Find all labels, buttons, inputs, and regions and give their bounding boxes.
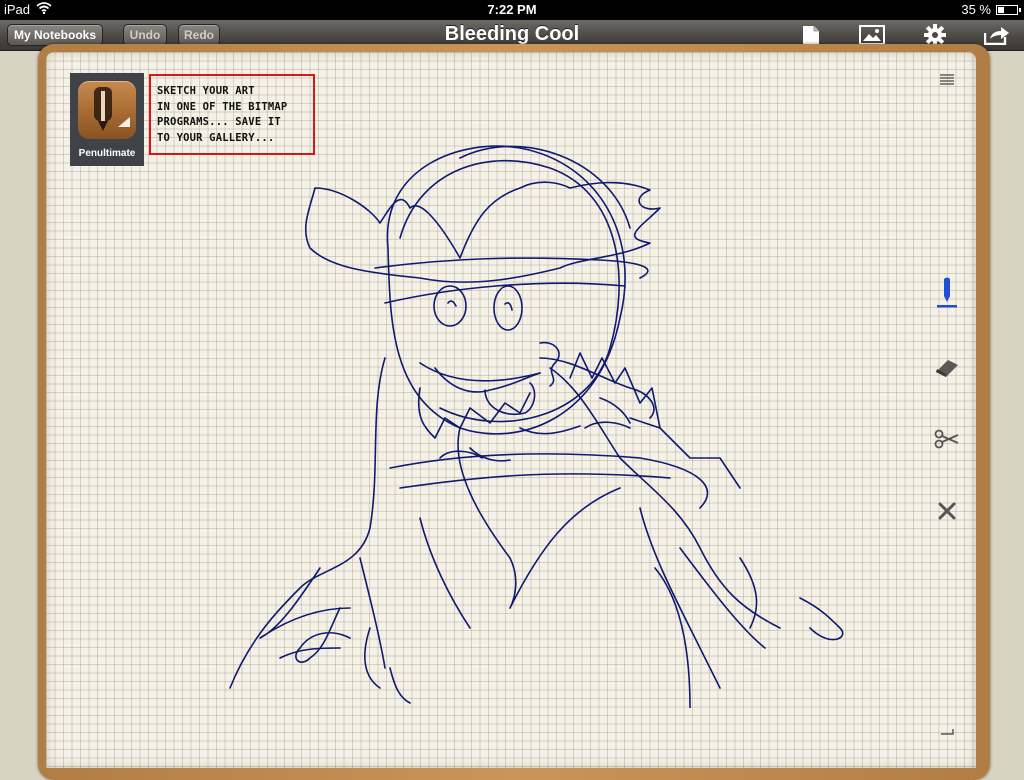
caption-line-2: IN ONE OF THE BITMAP [157,100,288,113]
battery-percent: 35 % [961,2,991,17]
page-corner-icon[interactable] [933,716,961,746]
pen-tool-icon[interactable] [933,275,961,309]
battery-fill [998,6,1005,13]
clear-page-x-icon[interactable] [933,496,961,526]
clock: 7:22 PM [487,2,537,17]
eraser-tool-icon[interactable] [933,352,961,382]
caption-line-1: SKETCH YOUR ART [157,85,255,97]
penultimate-app-tile: Penultimate [70,73,144,166]
status-bar: iPad 7:22 PM 35 % [0,0,1024,20]
penultimate-app-icon [78,81,136,139]
share-export-icon[interactable] [984,23,1010,47]
app-icon-label: Penultimate [78,148,136,159]
battery-icon [996,4,1021,15]
status-right: 35 % [961,2,1021,17]
scissors-tool-icon[interactable] [933,424,961,454]
ink-sketch-drawing [229,145,844,708]
page-menu-icon[interactable] [933,64,961,94]
